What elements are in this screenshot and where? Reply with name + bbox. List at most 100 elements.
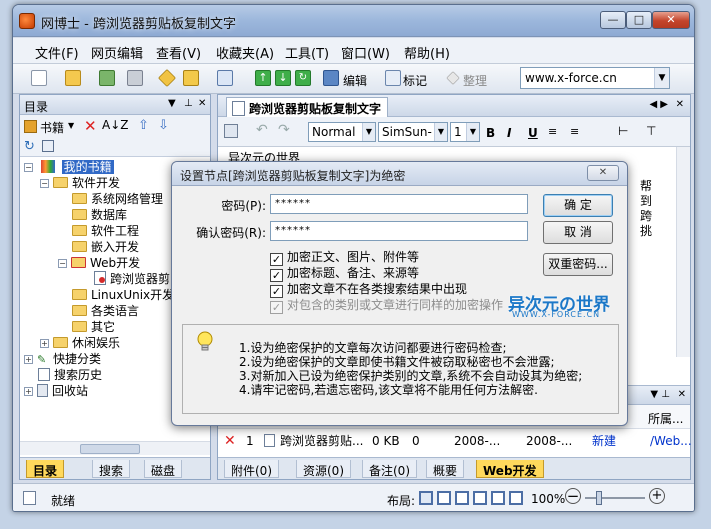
menu-file[interactable]: 文件(F) [35, 43, 79, 62]
italic-button[interactable]: I [507, 126, 511, 140]
down-arrow-icon[interactable]: ↓ [275, 70, 291, 86]
menu-view[interactable]: 查看(V) [156, 43, 201, 62]
tidy-icon[interactable] [446, 71, 460, 85]
save-icon[interactable] [224, 124, 238, 138]
tree-node-database[interactable]: 数据库 [72, 207, 127, 223]
tree-node-embedded[interactable]: 嵌入开发 [72, 239, 139, 255]
tab-resources[interactable]: 资源(0) [296, 460, 351, 478]
tab-document[interactable]: 跨浏览器剪贴板复制文字 [226, 97, 389, 117]
maximize-button[interactable]: □ [626, 11, 652, 29]
collapse-icon[interactable]: − [40, 179, 49, 188]
undo-icon[interactable]: ↶ [256, 122, 268, 138]
list-icon[interactable] [42, 140, 54, 152]
edit-button[interactable]: 编辑 [343, 72, 367, 89]
address-dropdown-icon[interactable]: ▼ [654, 68, 669, 88]
double-password-button[interactable]: 双重密码... [543, 253, 613, 276]
tab-web-dev[interactable]: Web开发 [476, 460, 544, 478]
open-folder-icon[interactable] [65, 70, 81, 86]
bold-button[interactable]: B [486, 126, 495, 140]
pin-icon[interactable]: ⊥ [184, 98, 193, 109]
tab-disk[interactable]: 磁盘 [144, 460, 183, 478]
expand-icon[interactable]: + [40, 339, 49, 348]
style-select[interactable]: Normal ▼ [308, 122, 376, 142]
layout-6-icon[interactable] [509, 491, 523, 505]
option-hide-search[interactable]: ✓ 加密文章不在各类搜索结果中出现 [270, 282, 467, 298]
tab-search[interactable]: 搜索 [92, 460, 131, 478]
delete-icon[interactable]: ✕ [224, 431, 236, 451]
favorite-icon[interactable] [183, 70, 199, 86]
refresh-icon[interactable]: ↻ [295, 70, 311, 86]
zoom-slider[interactable] [585, 497, 645, 499]
password-field[interactable]: ****** [270, 194, 528, 214]
move-down-icon[interactable]: ⇩ [158, 118, 169, 133]
sort-icon[interactable]: A↓Z [102, 118, 128, 132]
size-select[interactable]: 1 ▼ [450, 122, 480, 142]
tree-node-search-history[interactable]: 搜索历史 [38, 367, 102, 383]
list-format-icon[interactable]: ≡ [548, 125, 557, 138]
print-icon[interactable] [127, 70, 143, 86]
tree-node-clipboard-doc[interactable]: 跨浏览器剪 [94, 271, 170, 287]
tree-node-software-dev[interactable]: − 软件开发 [40, 175, 120, 191]
expand-icon[interactable]: + [24, 387, 33, 396]
up-arrow-icon[interactable]: ↑ [255, 70, 271, 86]
tree-node-shortcuts[interactable]: + ✎ 快捷分类 [24, 351, 101, 367]
collapse-icon[interactable]: − [24, 163, 33, 172]
scroll-thumb[interactable] [80, 444, 140, 454]
zoom-in-icon[interactable]: + [649, 488, 665, 504]
checkbox-icon[interactable]: ✓ [270, 253, 283, 266]
insert-icon[interactable]: ⊢ [618, 124, 628, 138]
layout-2-icon[interactable] [437, 491, 451, 505]
option-encrypt-title[interactable]: ✓ 加密标题、备注、来源等 [270, 266, 419, 282]
tab-close-icon[interactable]: ✕ [676, 99, 684, 110]
collapse-icon[interactable]: − [58, 259, 67, 268]
menu-help[interactable]: 帮助(H) [404, 43, 450, 62]
layout-3-icon[interactable] [455, 491, 469, 505]
close-button[interactable]: ✕ [652, 11, 690, 29]
document-vscrollbar[interactable] [676, 147, 690, 357]
tab-catalog[interactable]: 目录 [26, 460, 65, 478]
tree-node-leisure[interactable]: + 休闲娱乐 [40, 335, 120, 351]
font-select[interactable]: SimSun- ▼ [378, 122, 448, 142]
checkbox-icon[interactable]: ✓ [270, 269, 283, 282]
import-icon[interactable] [99, 70, 115, 86]
minimize-button[interactable]: — [600, 11, 626, 29]
menu-tools[interactable]: 工具(T) [285, 43, 329, 62]
checkbox-icon[interactable]: ✓ [270, 285, 283, 298]
tree-node-software-eng[interactable]: 软件工程 [72, 223, 139, 239]
tree-node-web-dev[interactable]: − Web开发 [58, 255, 140, 271]
move-up-icon[interactable]: ⇧ [138, 118, 149, 133]
panel-close-icon[interactable]: ✕ [678, 389, 686, 400]
mark-icon[interactable] [385, 70, 401, 86]
sync-icon[interactable]: ↻ [24, 139, 35, 154]
zoom-slider-thumb[interactable] [596, 491, 602, 505]
books-dropdown[interactable]: 书籍 [40, 119, 64, 136]
menu-web-edit[interactable]: 网页编辑 [91, 43, 143, 62]
chevron-down-icon[interactable]: ▼ [434, 123, 447, 141]
edit-doc-icon[interactable] [217, 70, 233, 86]
tree-node-other[interactable]: 其它 [72, 319, 115, 335]
delete-icon[interactable]: ✕ [84, 117, 97, 135]
tab-attachments[interactable]: 附件(0) [224, 460, 279, 478]
layout-1-icon[interactable] [419, 491, 433, 505]
panel-menu-icon[interactable]: ▼ ⊥ [650, 389, 670, 400]
layout-4-icon[interactable] [473, 491, 487, 505]
tidy-button[interactable]: 整理 [463, 72, 487, 89]
tree-node-languages[interactable]: 各类语言 [72, 303, 139, 319]
tree-hscrollbar[interactable] [20, 441, 210, 455]
zoom-out-icon[interactable]: − [565, 488, 581, 504]
new-icon[interactable] [31, 70, 47, 86]
address-input[interactable]: www.x-force.cn ▼ [520, 67, 670, 89]
chevron-down-icon[interactable]: ▼ [362, 123, 375, 141]
tab-notes[interactable]: 备注(0) [362, 460, 417, 478]
tab-nav-icon[interactable]: ◀ ▶ [649, 99, 668, 110]
column-category[interactable]: 所属... [648, 410, 683, 427]
chevron-down-icon[interactable]: ▼ [466, 123, 479, 141]
tab-summary[interactable]: 概要 [426, 460, 465, 478]
menu-window[interactable]: 窗口(W) [341, 43, 390, 62]
option-encrypt-body[interactable]: ✓ 加密正文、图片、附件等 [270, 250, 419, 266]
edit-icon[interactable] [323, 70, 339, 86]
tree-node-my-books[interactable]: − 我的书籍 [24, 159, 114, 175]
menu-favorites[interactable]: 收藏夹(A) [216, 43, 274, 62]
mark-button[interactable]: 标记 [403, 72, 427, 89]
ok-button[interactable]: 确 定 [543, 194, 613, 217]
